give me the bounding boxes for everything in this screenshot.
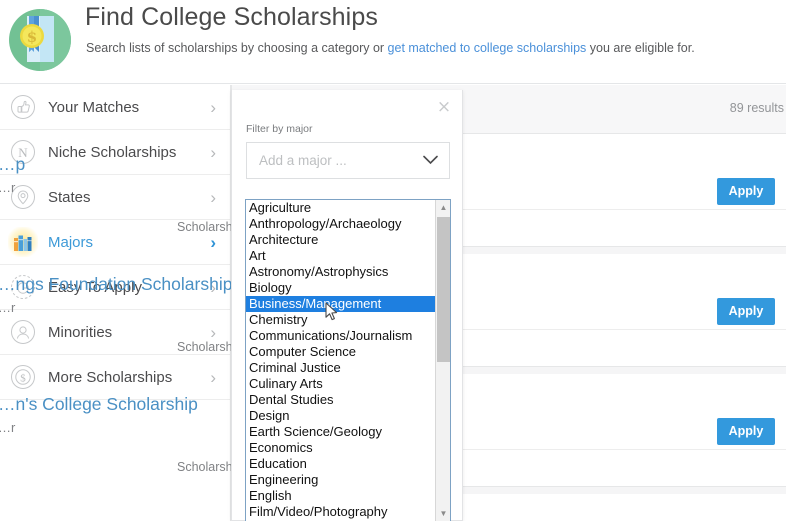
scholarship-title[interactable]: …ngs Foundation Scholarship bbox=[0, 274, 232, 295]
apply-button[interactable]: Apply bbox=[717, 178, 775, 205]
major-option[interactable]: Design bbox=[246, 408, 450, 424]
listbox-scrollbar-thumb[interactable] bbox=[437, 217, 450, 362]
scholarship-finder-page: $ Find College Scholarships Search lists… bbox=[0, 0, 786, 521]
major-option[interactable]: Economics bbox=[246, 440, 450, 456]
major-option[interactable]: Earth Science/Geology bbox=[246, 424, 450, 440]
listbox-scrollbar[interactable]: ▲ ▼ bbox=[435, 200, 450, 521]
close-icon[interactable]: × bbox=[435, 98, 453, 116]
category-sidebar: Your Matches › N Niche Scholarships › St… bbox=[0, 85, 231, 521]
scholarship-subtitle: …r bbox=[0, 300, 16, 315]
chevron-right-icon: › bbox=[210, 322, 216, 342]
svg-text:$: $ bbox=[20, 373, 26, 385]
scroll-down-arrow-icon[interactable]: ▼ bbox=[436, 506, 450, 521]
filter-by-major-label: Filter by major bbox=[246, 123, 313, 135]
major-option[interactable]: Anthropology/Archaeology bbox=[246, 216, 450, 232]
subtitle-text-after: you are eligible for. bbox=[586, 41, 695, 55]
major-option[interactable]: Dental Studies bbox=[246, 392, 450, 408]
major-options-listbox[interactable]: Agriculture Anthropology/Archaeology Archi… bbox=[245, 199, 451, 521]
major-option[interactable]: Chemistry bbox=[246, 312, 450, 328]
scholarship-title[interactable]: …n's College Scholarship bbox=[0, 394, 198, 415]
major-option[interactable]: Engineering bbox=[246, 472, 450, 488]
scholarship-subtitle: …r bbox=[0, 420, 16, 435]
sidebar-item-label: Minorities bbox=[48, 323, 113, 341]
major-option[interactable]: Culinary Arts bbox=[246, 376, 450, 392]
major-option[interactable]: Education bbox=[246, 456, 450, 472]
page-title: Find College Scholarships bbox=[85, 3, 378, 31]
chevron-right-icon: › bbox=[210, 232, 216, 252]
apply-button[interactable]: Apply bbox=[717, 418, 775, 445]
major-option[interactable]: Business/Management bbox=[246, 296, 450, 312]
major-option[interactable]: Film/Video/Photography bbox=[246, 504, 450, 520]
major-option[interactable]: Criminal Justice bbox=[246, 360, 450, 376]
books-icon bbox=[8, 227, 38, 257]
sidebar-item-label: Majors bbox=[48, 233, 94, 251]
sidebar-item-label: States bbox=[48, 188, 91, 206]
sidebar-item-label: More Scholarships bbox=[48, 368, 173, 386]
thumbs-up-icon bbox=[8, 92, 38, 122]
chevron-right-icon: › bbox=[210, 97, 216, 117]
major-select-placeholder: Add a major ... bbox=[259, 153, 347, 168]
scholarship-title[interactable]: …p bbox=[0, 154, 25, 175]
major-option[interactable]: English bbox=[246, 488, 450, 504]
major-option[interactable]: Astronomy/Astrophysics bbox=[246, 264, 450, 280]
major-option[interactable]: Architecture bbox=[246, 232, 450, 248]
dollar-circle-icon: $ bbox=[8, 362, 38, 392]
chevron-right-icon: › bbox=[210, 367, 216, 387]
major-option[interactable]: Biology bbox=[246, 280, 450, 296]
get-matched-link[interactable]: get matched to college scholarships bbox=[388, 41, 587, 55]
page-subtitle: Search lists of scholarships by choosing… bbox=[86, 41, 695, 55]
major-option[interactable]: Computer Science bbox=[246, 344, 450, 360]
person-group-icon bbox=[8, 317, 38, 347]
chevron-down-icon bbox=[423, 152, 438, 169]
apply-button[interactable]: Apply bbox=[717, 298, 775, 325]
major-option[interactable]: Agriculture bbox=[246, 200, 450, 216]
sidebar-item-label: Niche Scholarships bbox=[48, 143, 177, 161]
chevron-right-icon: › bbox=[210, 187, 216, 207]
major-filter-popover: × Filter by major Add a major ... Agricu… bbox=[231, 90, 463, 521]
scholarship-award-icon: $ bbox=[7, 7, 73, 73]
subtitle-text-before: Search lists of scholarships by choosing… bbox=[86, 41, 388, 55]
sidebar-item-states[interactable]: States › bbox=[0, 175, 230, 220]
sidebar-item-your-matches[interactable]: Your Matches › bbox=[0, 85, 230, 130]
major-options-container: Agriculture Anthropology/Archaeology Archi… bbox=[246, 200, 450, 520]
major-option[interactable]: Communications/Journalism bbox=[246, 328, 450, 344]
results-count: 89 results bbox=[729, 101, 784, 115]
scholarship-subtitle: …r bbox=[0, 180, 16, 195]
svg-text:$: $ bbox=[27, 28, 37, 46]
major-select-input[interactable]: Add a major ... bbox=[246, 142, 450, 179]
chevron-right-icon: › bbox=[210, 142, 216, 162]
sidebar-item-niche-scholarships[interactable]: N Niche Scholarships › bbox=[0, 130, 230, 175]
sidebar-item-label: Your Matches bbox=[48, 98, 140, 116]
major-option[interactable]: Art bbox=[246, 248, 450, 264]
scroll-up-arrow-icon[interactable]: ▲ bbox=[436, 200, 450, 216]
page-header: $ Find College Scholarships Search lists… bbox=[0, 0, 786, 84]
